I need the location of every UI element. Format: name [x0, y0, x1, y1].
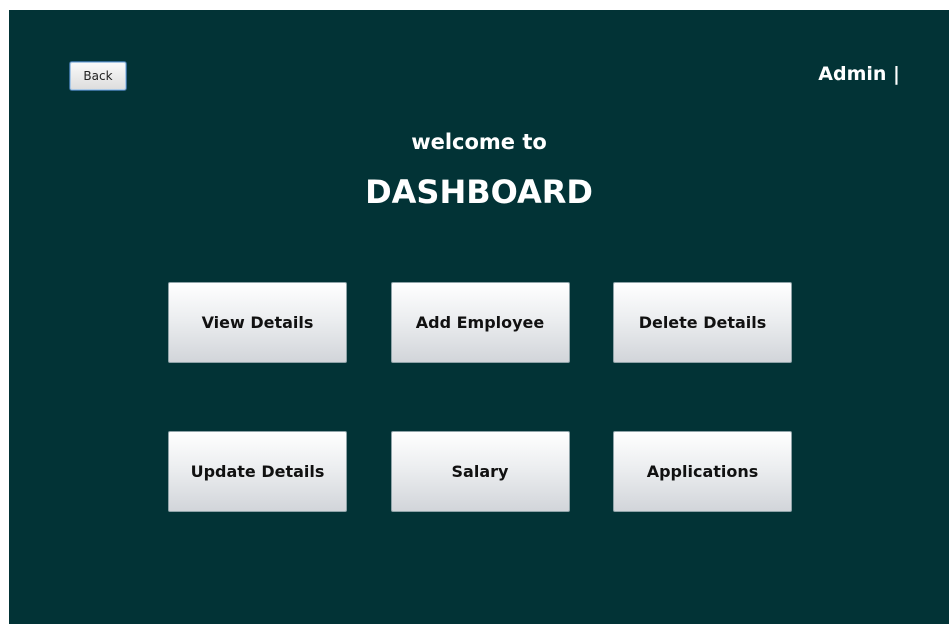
dashboard-window: Back Admin | welcome to DASHBOARD View D…	[9, 10, 949, 624]
page-title: DASHBOARD	[365, 173, 593, 211]
view-details-button[interactable]: View Details	[168, 282, 347, 363]
back-button[interactable]: Back	[69, 61, 127, 91]
applications-button[interactable]: Applications	[613, 431, 792, 512]
user-label: Admin |	[818, 63, 900, 85]
salary-button[interactable]: Salary	[390, 431, 570, 512]
add-employee-button[interactable]: Add Employee	[390, 282, 570, 363]
welcome-text: welcome to	[411, 130, 547, 154]
action-grid: View Details Add Employee Delete Details…	[168, 282, 792, 512]
delete-details-button[interactable]: Delete Details	[613, 282, 792, 363]
update-details-button[interactable]: Update Details	[168, 431, 347, 512]
